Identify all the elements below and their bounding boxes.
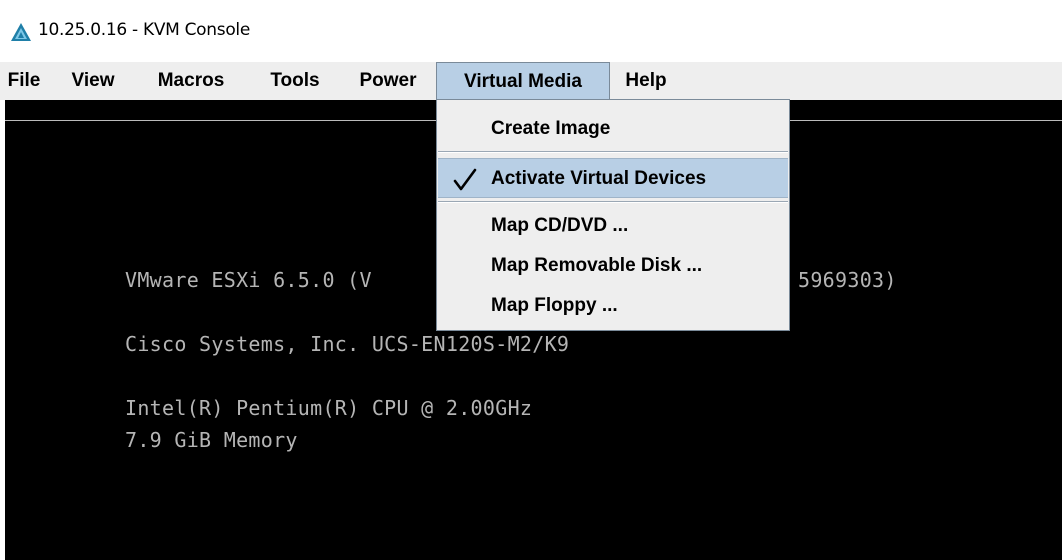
console-line-cpu: Intel(R) Pentium(R) CPU @ 2.00GHz [125,396,533,420]
menu-item-map-removable-disk[interactable]: Map Removable Disk ... [438,246,788,286]
menu-power[interactable]: Power [346,62,430,100]
menu-macros[interactable]: Macros [142,62,240,100]
checkmark-icon [453,168,477,191]
console-line-esxi-version: VMware ESXi 6.5.0 (V [125,268,372,292]
menu-item-map-floppy[interactable]: Map Floppy ... [438,286,788,326]
menu-item-activate-virtual-devices[interactable]: Activate Virtual Devices [438,158,788,198]
menu-item-label: Map Removable Disk ... [491,255,703,276]
menu-virtual-media[interactable]: Virtual Media [436,62,610,100]
menu-bar: File View Macros Tools Power Virtual Med… [0,62,1062,100]
menu-file[interactable]: File [0,62,48,100]
kvm-console-window: 10.25.0.16 - KVM Console File View Macro… [0,0,1062,560]
menu-separator [438,151,788,153]
virtual-media-dropdown: Create Image Activate Virtual Devices Ma… [436,99,790,331]
menu-item-label: Map Floppy ... [491,295,618,316]
title-bar: 10.25.0.16 - KVM Console [0,0,1062,62]
console-line-memory: 7.9 GiB Memory [125,428,298,452]
menu-view[interactable]: View [60,62,126,100]
menu-tools[interactable]: Tools [253,62,337,100]
menu-item-label: Create Image [491,118,611,139]
menu-item-label: Map CD/DVD ... [491,215,629,236]
menu-item-label: Activate Virtual Devices [491,168,707,189]
menu-help[interactable]: Help [614,62,678,100]
menu-item-map-cd-dvd[interactable]: Map CD/DVD ... [438,206,788,246]
console-line-build-number: 5969303) [798,268,897,292]
kvm-triangle-icon [11,23,31,41]
menu-item-create-image[interactable]: Create Image [438,109,788,149]
window-title: 10.25.0.16 - KVM Console [38,20,250,40]
menu-separator [438,201,788,203]
console-line-vendor: Cisco Systems, Inc. UCS-EN120S-M2/K9 [125,332,570,356]
